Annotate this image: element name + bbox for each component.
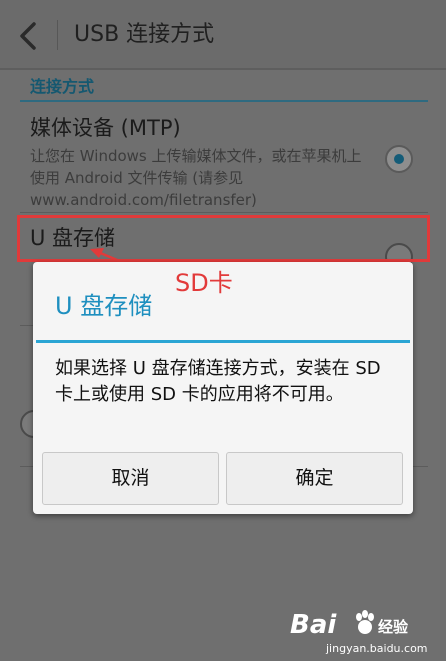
cancel-button[interactable]: 取消	[42, 452, 219, 505]
watermark-suffix: 经验	[378, 618, 409, 636]
option-mtp-title: 媒体设备 (MTP)	[30, 116, 181, 140]
confirm-dialog: U 盘存储 如果选择 U 盘存储连接方式，安装在 SD 卡上或使用 SD 卡的应…	[33, 262, 413, 514]
dialog-title: U 盘存储	[55, 292, 153, 320]
chevron-left-icon	[20, 22, 36, 50]
watermark-brand: Bai	[290, 610, 337, 640]
annotation-label: SD卡	[175, 269, 233, 297]
section-header: 连接方式	[30, 77, 95, 96]
row-divider-partial	[20, 325, 34, 326]
ok-button[interactable]: 确定	[226, 452, 403, 505]
option-mtp-description: 让您在 Windows 上传输媒体文件，或在苹果机上使用 Android 文件传…	[30, 147, 362, 209]
section-divider	[20, 100, 428, 102]
page-title: USB 连接方式	[74, 22, 215, 47]
back-button[interactable]	[12, 18, 46, 54]
row-divider	[20, 212, 428, 213]
dialog-message: 如果选择 U 盘存储连接方式，安装在 SD 卡上或使用 SD 卡的应用将不可用。	[55, 358, 381, 405]
highlight-box	[17, 215, 430, 262]
dialog-title-divider	[36, 340, 410, 343]
radio-selected-dot	[394, 154, 404, 164]
option-mtp-radio[interactable]	[385, 145, 413, 173]
action-bar-divider	[57, 20, 58, 50]
action-bar-divider-line	[0, 68, 446, 70]
baidu-watermark: Bai 经验 jingyan.baidu.com	[290, 598, 440, 658]
watermark-url: jingyan.baidu.com	[326, 642, 428, 655]
action-bar: USB 连接方式	[0, 0, 446, 70]
paw-logo-icon	[356, 610, 374, 634]
